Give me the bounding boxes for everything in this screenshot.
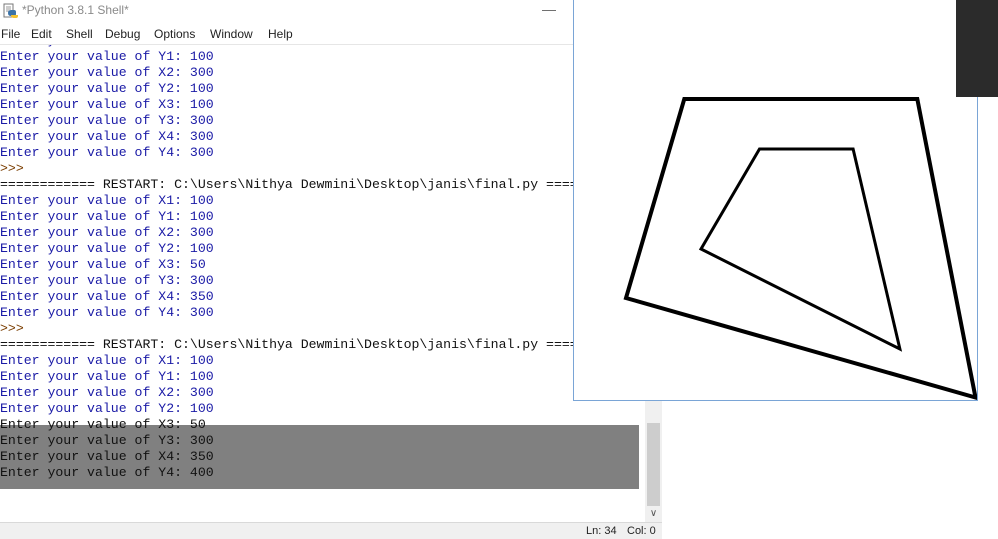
chevron-down-icon[interactable]: ∨ — [645, 506, 662, 522]
shell-output-line: Enter your value of Y4: 300 — [0, 145, 214, 160]
shell-output-line: Enter your value of X4: 300 — [0, 129, 214, 144]
scrollbar-thumb[interactable] — [647, 423, 660, 506]
shell-output-line: Enter your value of Y1: 100 — [0, 209, 214, 224]
restart-banner: ============ RESTART: C:\Users\Nithya De… — [0, 337, 642, 352]
shell-output-line: Enter your value of Y4: 300 — [0, 305, 214, 320]
shell-text-area[interactable]: Enter your value of X1: 100Enter your va… — [0, 45, 645, 522]
shell-output-line: Enter your value of Y4: 400 — [0, 465, 214, 480]
menu-debug[interactable]: Debug — [105, 27, 140, 41]
inner-quadrilateral — [698, 147, 903, 352]
shell-output-line: Enter your value of X3: 100 — [0, 97, 214, 112]
shell-output-line: Enter your value of X2: 300 — [0, 225, 214, 240]
shell-output-line: Enter your value of Y2: 100 — [0, 81, 214, 96]
background-dark-window — [956, 0, 998, 97]
shell-output-line: Enter your value of Y2: 100 — [0, 401, 214, 416]
title-bar: *Python 3.8.1 Shell* — — [0, 0, 662, 23]
menu-shell[interactable]: Shell — [66, 27, 93, 41]
shell-output-line: Enter your value of X3: 50 — [0, 417, 206, 432]
shell-output-line: Enter your value of Y3: 300 — [0, 273, 214, 288]
shell-output-line: Enter your value of X4: 350 — [0, 289, 214, 304]
menu-file[interactable]: File — [1, 27, 20, 41]
line-number-indicator: Ln: 34 — [586, 525, 617, 537]
minimize-button[interactable]: — — [540, 0, 558, 20]
outer-quadrilateral — [623, 97, 977, 400]
menu-options[interactable]: Options — [154, 27, 195, 41]
menu-help[interactable]: Help — [268, 27, 293, 41]
menu-bar: File Edit Shell Debug Options Window Hel… — [0, 27, 662, 44]
shell-output-line: Enter your value of X1: 100 — [0, 193, 214, 208]
restart-banner: ============ RESTART: C:\Users\Nithya De… — [0, 177, 642, 192]
shell-output-line: Enter your value of X3: 50 — [0, 257, 206, 272]
shell-prompt: >>> — [0, 161, 24, 176]
shell-output-line: Enter your value of X2: 300 — [0, 385, 214, 400]
idle-shell-window: *Python 3.8.1 Shell* — File Edit Shell D… — [0, 0, 662, 539]
status-bar: Ln: 34 Col: 0 — [0, 522, 662, 539]
turtle-graphics-window[interactable] — [573, 0, 978, 401]
shell-output-line: Enter your value of X1: 100 — [0, 353, 214, 368]
shell-prompt: >>> — [0, 321, 24, 336]
shell-output-line: Enter your value of Y1: 100 — [0, 369, 214, 384]
shell-output-line: Enter your value of Y2: 100 — [0, 241, 214, 256]
turtle-canvas — [623, 97, 977, 400]
shell-output-line: Enter your value of Y3: 300 — [0, 113, 214, 128]
window-title: *Python 3.8.1 Shell* — [22, 3, 129, 17]
menu-window[interactable]: Window — [210, 27, 253, 41]
shell-output-line: Enter your value of Y3: 300 — [0, 433, 214, 448]
shell-output-line: Enter your value of Y1: 100 — [0, 49, 214, 64]
shell-output-line: Enter your value of X2: 300 — [0, 65, 214, 80]
shell-output-line: Enter your value of X4: 350 — [0, 449, 214, 464]
python-idle-icon — [3, 3, 18, 18]
menu-edit[interactable]: Edit — [31, 27, 52, 41]
column-number-indicator: Col: 0 — [627, 525, 656, 537]
